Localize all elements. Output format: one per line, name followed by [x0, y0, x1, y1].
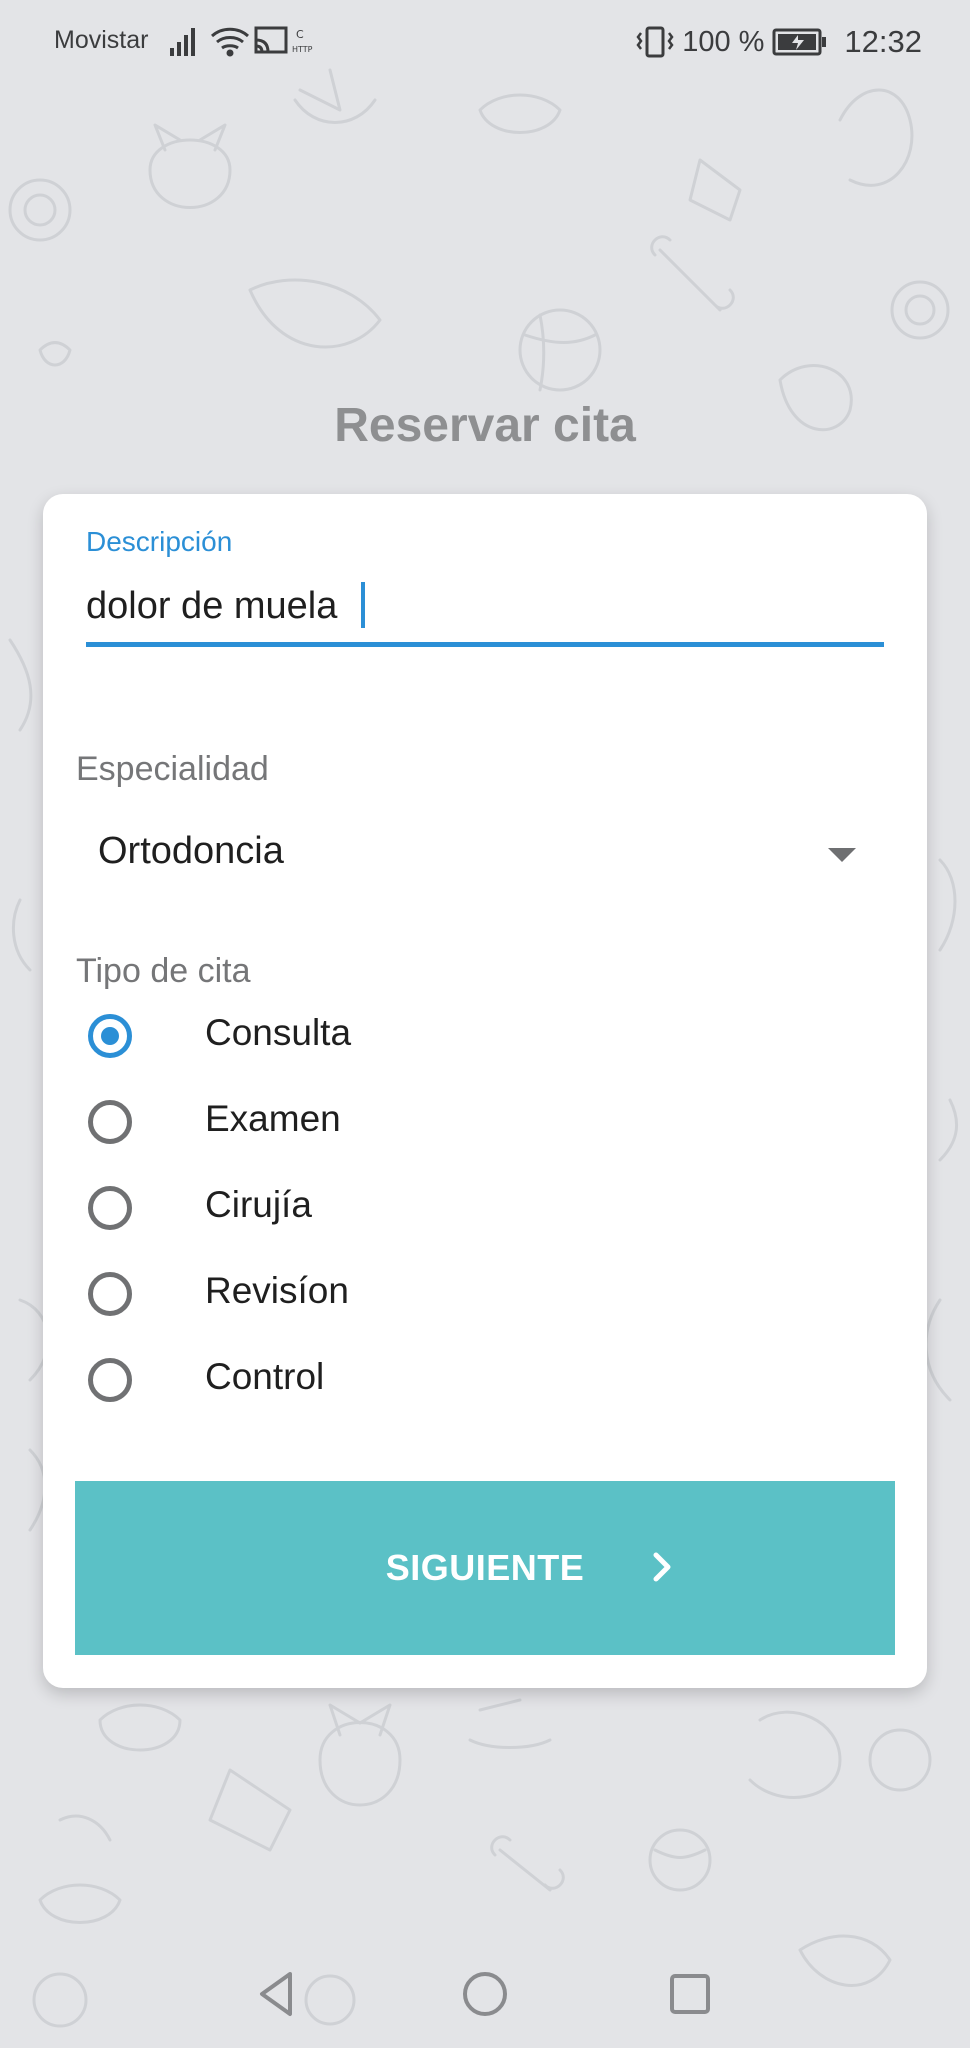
- next-button[interactable]: SIGUIENTE: [75, 1481, 895, 1655]
- appointment-type-label: Tipo de cita: [76, 952, 251, 990]
- radio-label: Consulta: [205, 1012, 352, 1053]
- navigation-bar: [0, 1940, 970, 2048]
- radio-label: Control: [205, 1356, 325, 1397]
- chevron-right-icon: [653, 1552, 671, 1582]
- radio-unchecked-icon[interactable]: [88, 1272, 132, 1316]
- http-icon: C HTTP: [292, 28, 313, 54]
- booking-form-card: Descripción Especialidad Ortodoncia Tipo…: [43, 494, 927, 1688]
- specialty-dropdown[interactable]: Ortodoncia: [76, 814, 894, 890]
- clock: 12:32: [844, 24, 922, 59]
- radio-unchecked-icon[interactable]: [88, 1100, 132, 1144]
- description-input[interactable]: [86, 580, 884, 632]
- network-status-icons: C HTTP: [170, 26, 313, 57]
- radio-control[interactable]: Control: [88, 1348, 868, 1418]
- signal-icon: [170, 28, 195, 56]
- description-underline: [86, 642, 884, 647]
- battery-percent: 100 %: [682, 25, 765, 58]
- radio-unchecked-icon[interactable]: [88, 1358, 132, 1402]
- battery-charging-icon: [772, 28, 827, 56]
- radio-unchecked-icon[interactable]: [88, 1186, 132, 1230]
- back-icon[interactable]: [248, 1964, 308, 2024]
- radio-consulta[interactable]: Consulta: [88, 1004, 868, 1074]
- status-right: 100 % 12:32: [636, 22, 922, 62]
- vibrate-icon: [636, 26, 674, 58]
- radio-label: Cirujía: [205, 1184, 312, 1225]
- svg-text:HTTP: HTTP: [292, 45, 313, 54]
- description-label: Descripción: [86, 526, 233, 557]
- page-title: Reservar cita: [334, 399, 636, 452]
- radio-cirujia[interactable]: Cirujía: [88, 1176, 868, 1246]
- dropdown-arrow-icon: [828, 848, 856, 862]
- cast-icon: [254, 26, 288, 54]
- specialty-selected: Ortodoncia: [98, 830, 284, 872]
- radio-revision[interactable]: Revisíon: [88, 1262, 868, 1332]
- home-icon[interactable]: [455, 1964, 515, 2024]
- radio-examen[interactable]: Examen: [88, 1090, 868, 1160]
- recents-icon[interactable]: [660, 1964, 720, 2024]
- status-bar: Movistar C HTTP 100 % 12:32: [0, 0, 970, 84]
- carrier-name: Movistar: [54, 26, 149, 54]
- radio-label: Examen: [205, 1098, 341, 1139]
- specialty-label: Especialidad: [76, 750, 269, 788]
- wifi-icon: [210, 27, 250, 57]
- next-button-label: SIGUIENTE: [385, 1547, 585, 1588]
- text-cursor: [361, 582, 365, 628]
- radio-label: Revisíon: [205, 1270, 349, 1311]
- radio-checked-icon[interactable]: [88, 1014, 132, 1058]
- svg-text:C: C: [296, 28, 304, 41]
